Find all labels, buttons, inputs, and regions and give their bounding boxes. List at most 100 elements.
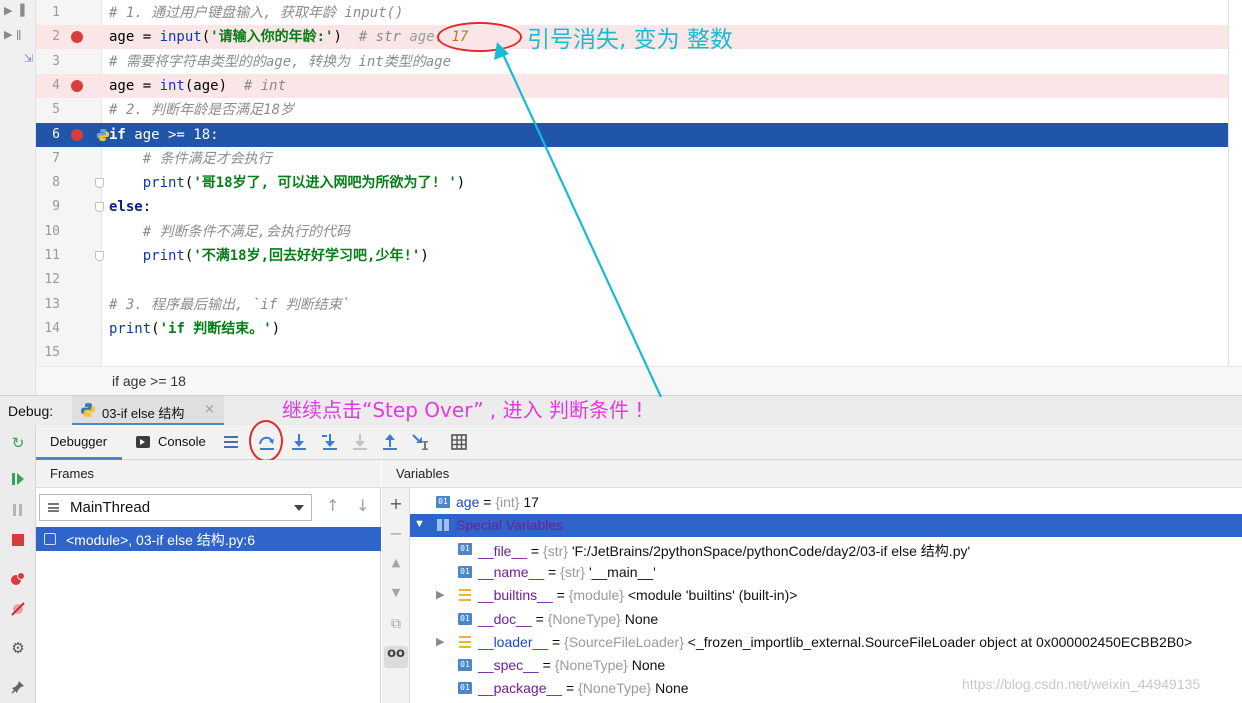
line-number[interactable]: 4 bbox=[36, 74, 60, 98]
debug-session-tab[interactable]: 03-if else 结构 × bbox=[72, 396, 224, 426]
fold-marker-icon[interactable] bbox=[95, 202, 104, 213]
breakpoint-icon[interactable] bbox=[71, 79, 83, 92]
remove-watch-icon[interactable]: − bbox=[386, 524, 406, 546]
hierarchy-icon[interactable]: ⇲ bbox=[24, 52, 33, 65]
mute-breakpoints-icon[interactable] bbox=[8, 599, 28, 619]
line-number[interactable]: 7 bbox=[36, 147, 60, 171]
step-into-icon[interactable] bbox=[289, 432, 309, 452]
code-line[interactable]: 10 # 判断条件不满足,会执行的代码 bbox=[36, 220, 1228, 244]
fold-marker-icon[interactable] bbox=[95, 251, 104, 261]
breakpoint-icon[interactable] bbox=[71, 128, 83, 141]
resume-icon[interactable] bbox=[8, 469, 28, 489]
view-breakpoints-icon[interactable] bbox=[8, 569, 28, 589]
arrow-down-icon[interactable]: ↓ bbox=[356, 496, 369, 515]
variable-row[interactable]: 01 age = {int} 17 bbox=[410, 491, 1242, 514]
line-number[interactable]: 5 bbox=[36, 98, 60, 122]
annotation-step-over-hint: 继续点击“Step Over” , 进入 判断条件 ! bbox=[282, 398, 644, 422]
code-line[interactable]: 11 print('不满18岁,回去好好学习吧,少年!') bbox=[36, 244, 1228, 268]
variable-row[interactable]: 01 __spec__ = {NoneType} None bbox=[410, 654, 1242, 677]
code-editor[interactable]: 1 # 1. 通过用户键盘输入, 获取年龄 input() 2 age = input… bbox=[0, 0, 1242, 366]
code-line[interactable]: 12 bbox=[36, 268, 1228, 292]
show-execution-point-icon[interactable] bbox=[221, 432, 241, 452]
code-text: print('if 判断结束。') bbox=[109, 317, 280, 341]
line-number[interactable]: 2 bbox=[36, 25, 60, 49]
expand-arrow-icon[interactable]: ▼ bbox=[414, 518, 425, 530]
run-to-cursor-icon[interactable] bbox=[411, 432, 431, 452]
breakpoint-icon[interactable] bbox=[71, 31, 83, 44]
force-step-into-icon[interactable] bbox=[350, 432, 370, 452]
variable-text: __spec__ = {NoneType} None bbox=[478, 657, 665, 673]
line-number[interactable]: 11 bbox=[36, 244, 60, 268]
line-number[interactable]: 14 bbox=[36, 317, 60, 341]
code-line[interactable]: 5 # 2. 判断年龄是否满足18岁 bbox=[36, 98, 1228, 122]
variable-row[interactable]: ▶ __loader__ = {SourceFileLoader} <_froze… bbox=[410, 631, 1242, 654]
tab-console-label: Console bbox=[158, 434, 206, 449]
code-line[interactable]: 15 bbox=[36, 341, 1228, 365]
collapse-arrow-icon[interactable]: ▶ ▐ bbox=[4, 4, 24, 17]
line-number[interactable]: 6 bbox=[36, 123, 60, 147]
tab-console[interactable]: Console bbox=[134, 425, 214, 460]
variable-row[interactable]: 01 __doc__ = {NoneType} None bbox=[410, 608, 1242, 631]
frame-item[interactable]: <module>, 03-if else 结构.py:6 bbox=[36, 527, 381, 551]
line-number[interactable]: 10 bbox=[36, 220, 60, 244]
step-out-icon[interactable] bbox=[380, 432, 400, 452]
thread-dropdown[interactable]: MainThread bbox=[39, 494, 312, 521]
code-line[interactable]: 8 print('哥18岁了, 可以进入网吧为所欲为了! ') bbox=[36, 171, 1228, 195]
move-up-icon[interactable]: ▲ bbox=[386, 556, 406, 578]
structure-icon[interactable]: ▶ ǁ bbox=[4, 28, 21, 41]
arrow-up-icon[interactable]: ↑ bbox=[326, 496, 339, 515]
variable-type: {str} bbox=[543, 542, 568, 559]
variable-type: {str} bbox=[560, 563, 586, 580]
code-token: age = bbox=[109, 77, 160, 94]
variable-text: Special Variables bbox=[456, 517, 563, 533]
variable-row[interactable]: 01 __name__ = {str} '__main__' bbox=[410, 561, 1242, 584]
debug-tab-title: 03-if else 结构 bbox=[102, 406, 185, 421]
execution-point-icon bbox=[96, 128, 110, 141]
code-line[interactable]: 9 else: bbox=[36, 195, 1228, 219]
line-number[interactable]: 3 bbox=[36, 50, 60, 74]
code-line[interactable]: 14 print('if 判断结束。') bbox=[36, 317, 1228, 341]
code-text: age = int(age) # int bbox=[109, 74, 286, 98]
variables-title: Variables bbox=[396, 466, 450, 481]
glasses-icon[interactable]: oo bbox=[384, 646, 408, 668]
tab-debugger[interactable]: Debugger bbox=[36, 425, 122, 460]
code-text: else: bbox=[109, 195, 151, 219]
rerun-icon[interactable]: ↻ bbox=[8, 433, 28, 453]
fold-marker-icon[interactable] bbox=[95, 178, 104, 189]
code-token: age >= 18: bbox=[125, 126, 219, 143]
line-number[interactable]: 12 bbox=[36, 268, 60, 292]
line-number[interactable]: 8 bbox=[36, 171, 60, 195]
move-down-icon[interactable]: ▼ bbox=[386, 586, 406, 608]
settings-icon[interactable]: ⚙ bbox=[8, 638, 28, 658]
code-line[interactable]: 4 age = int(age) # int bbox=[36, 73, 1228, 98]
code-line[interactable]: 13 # 3. 程序最后输出, `if 判断结束` bbox=[36, 293, 1228, 317]
variable-row[interactable]: ▼ Special Variables bbox=[410, 514, 1242, 538]
stop-icon[interactable] bbox=[8, 530, 28, 550]
code-line[interactable]: 6 if age >= 18: bbox=[36, 122, 1228, 147]
code-line[interactable]: 7 # 条件满足才会执行 bbox=[36, 147, 1228, 171]
close-icon[interactable]: × bbox=[204, 402, 215, 417]
line-number[interactable]: 9 bbox=[36, 195, 60, 219]
code-text: # 1. 通过用户键盘输入, 获取年龄 input() bbox=[109, 1, 403, 25]
pause-icon[interactable] bbox=[8, 500, 28, 520]
collapse-arrow-icon[interactable]: ▶ bbox=[436, 588, 444, 601]
tab-debugger-label: Debugger bbox=[50, 434, 108, 449]
variable-row[interactable]: 01 __file__ = {str} 'F:/JetBrains/2python… bbox=[410, 538, 1242, 561]
equals-sign: = bbox=[544, 563, 561, 580]
line-number[interactable]: 15 bbox=[36, 341, 60, 365]
line-number[interactable]: 13 bbox=[36, 293, 60, 317]
annotation-circle-inline-value bbox=[437, 22, 522, 52]
collapse-arrow-icon[interactable]: ▶ bbox=[436, 635, 444, 648]
code-token: # 3. 程序最后输出, `if 判断结束` bbox=[109, 296, 351, 313]
add-watch-icon[interactable]: + bbox=[386, 494, 406, 516]
code-token: # int bbox=[243, 77, 287, 94]
evaluate-expression-icon[interactable] bbox=[449, 432, 469, 452]
step-into-my-code-icon[interactable] bbox=[320, 432, 340, 452]
code-token: ) bbox=[420, 248, 429, 264]
line-number[interactable]: 1 bbox=[36, 1, 60, 25]
copy-icon[interactable]: ⧉ bbox=[386, 616, 406, 638]
pin-icon[interactable] bbox=[8, 677, 28, 697]
breadcrumb-item[interactable]: if age >= 18 bbox=[112, 373, 186, 389]
variable-row[interactable]: ▶ __builtins__ = {module} <module 'builti… bbox=[410, 584, 1242, 607]
